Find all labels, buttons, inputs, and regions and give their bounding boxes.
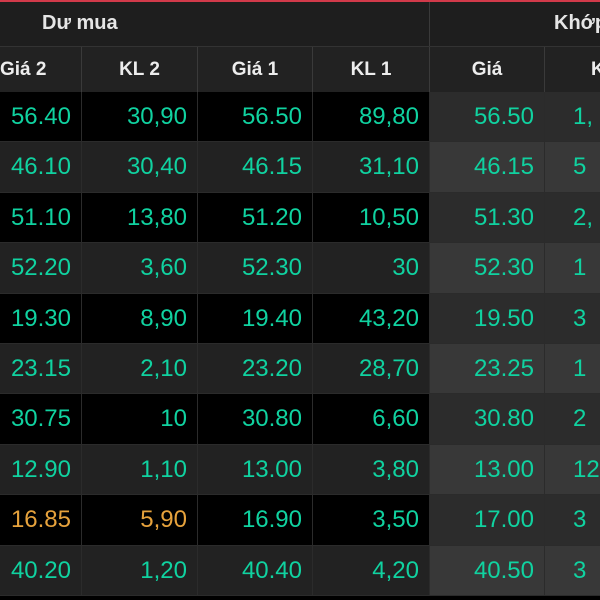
col-header-khop-kl[interactable]: K [545,47,600,93]
cell-gia-2: 19.30 [0,293,82,343]
cell-khop-kl: 1, [545,92,600,142]
table-row[interactable]: 51.10 13,80 51.20 10,50 51.30 2, [0,192,600,244]
table-row[interactable]: 30.75 10 30.80 6,60 30.80 2 [0,394,600,445]
cell-khop-kl: 3 [545,293,600,343]
cell-gia-2: 23.15 [0,343,82,394]
cell-gia-1: 19.40 [198,293,313,343]
cell-kl-2: 2,10 [82,343,198,394]
table-row[interactable]: 52.20 3,60 52.30 30 52.30 1 [0,243,600,294]
cell-gia-1: 23.20 [198,343,313,394]
cell-kl-1: 28,70 [313,343,430,394]
col-header-khop-gia[interactable]: Giá [430,47,545,93]
cell-gia-1: 51.20 [198,192,313,243]
col-header-kl-2[interactable]: KL 2 [82,47,198,93]
cell-gia-1: 13.00 [198,444,313,495]
table-row[interactable]: 46.10 30,40 46.15 31,10 46.15 5 [0,142,600,193]
cell-gia-1: 30.80 [198,394,313,444]
cell-kl-2: 10 [82,394,198,444]
cell-khop-kl: 1 [545,243,600,293]
cell-gia-1: 46.15 [198,142,313,192]
cell-kl-1: 3,50 [313,495,430,545]
cell-khop-kl: 5 [545,142,600,192]
cell-gia-1: 52.30 [198,243,313,293]
cell-khop-kl: 12 [545,444,600,495]
cell-kl-1: 4,20 [313,545,430,595]
cell-kl-2: 5,90 [82,495,198,545]
group-header-match: Khớp [430,2,600,46]
cell-gia-2: 30.75 [0,394,82,444]
cell-gia-2: 46.10 [0,142,82,192]
table-row[interactable]: 19.30 8,90 19.40 43,20 19.50 3 [0,293,600,344]
cell-khop-kl: 1 [545,343,600,394]
cell-kl-1: 89,80 [313,92,430,142]
column-headers: Giá 2 KL 2 Giá 1 KL 1 Giá K [0,46,600,93]
cell-gia-1: 40.40 [198,545,313,595]
table-row[interactable]: 12.90 1,10 13.00 3,80 13.00 12 [0,444,600,496]
cell-khop-kl: 3 [545,545,600,595]
table-row[interactable]: 16.85 5,90 16.90 3,50 17.00 3 [0,495,600,546]
cell-gia-2: 40.20 [0,545,82,595]
cell-kl-2: 30,90 [82,92,198,142]
cell-kl-2: 30,40 [82,142,198,192]
cell-gia-2: 52.20 [0,243,82,293]
cell-khop-gia: 46.15 [430,142,545,192]
col-header-gia-2[interactable]: Giá 2 [0,47,82,93]
cell-khop-gia: 56.50 [430,92,545,142]
cell-gia-1: 16.90 [198,495,313,545]
cell-khop-gia: 23.25 [430,343,545,394]
cell-kl-2: 1,10 [82,444,198,495]
table-row[interactable]: 23.15 2,10 23.20 28,70 23.25 1 [0,343,600,395]
cell-khop-gia: 40.50 [430,545,545,595]
cell-kl-2: 1,20 [82,545,198,595]
cell-kl-1: 31,10 [313,142,430,192]
cell-kl-2: 8,90 [82,293,198,343]
cell-kl-2: 3,60 [82,243,198,293]
cell-kl-1: 10,50 [313,192,430,243]
cell-khop-kl: 3 [545,495,600,545]
cell-gia-2: 56.40 [0,92,82,142]
cell-gia-2: 12.90 [0,444,82,495]
cell-khop-gia: 52.30 [430,243,545,293]
cell-kl-2: 13,80 [82,192,198,243]
cell-khop-gia: 30.80 [430,394,545,444]
cell-khop-kl: 2 [545,394,600,444]
table-body: 56.40 30,90 56.50 89,80 56.50 1, 46.10 30,40 46.… [0,92,600,596]
cell-kl-1: 30 [313,243,430,293]
price-board: Dư mua Khớp Giá 2 KL 2 Giá 1 KL 1 Giá K … [0,0,600,600]
cell-kl-1: 6,60 [313,394,430,444]
cell-gia-2: 51.10 [0,192,82,243]
cell-gia-1: 56.50 [198,92,313,142]
cell-khop-gia: 13.00 [430,444,545,495]
cell-kl-1: 43,20 [313,293,430,343]
cell-khop-gia: 19.50 [430,293,545,343]
cell-gia-2: 16.85 [0,495,82,545]
cell-khop-gia: 17.00 [430,495,545,545]
col-header-gia-1[interactable]: Giá 1 [198,47,313,93]
cell-kl-1: 3,80 [313,444,430,495]
cell-khop-gia: 51.30 [430,192,545,243]
cell-khop-kl: 2, [545,192,600,243]
table-row[interactable]: 40.20 1,20 40.40 4,20 40.50 3 [0,545,600,596]
table-row[interactable]: 56.40 30,90 56.50 89,80 56.50 1, [0,92,600,143]
col-header-kl-1[interactable]: KL 1 [313,47,430,93]
group-header-buy: Dư mua [0,2,430,46]
